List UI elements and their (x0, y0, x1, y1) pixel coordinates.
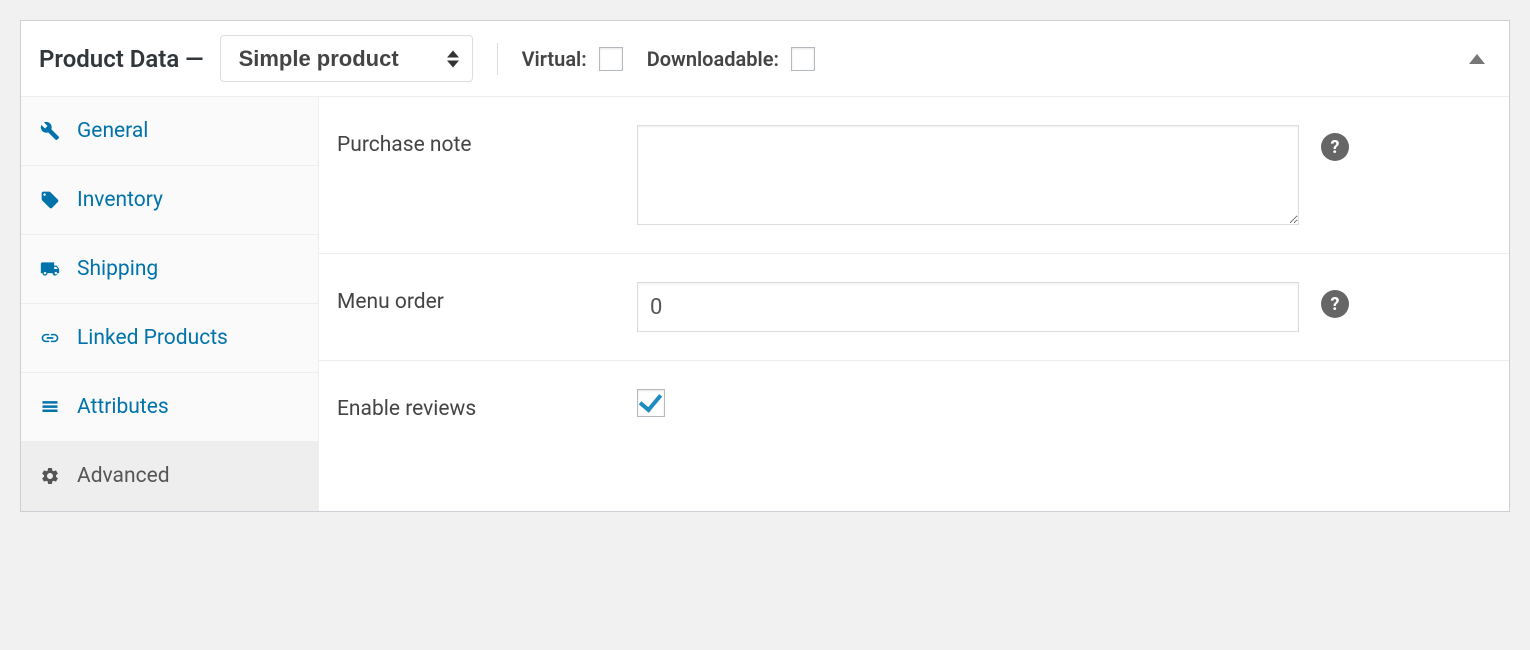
menu-order-label: Menu order (337, 282, 637, 314)
truck-icon (39, 258, 61, 280)
purchase-note-input[interactable] (637, 125, 1299, 225)
list-icon (39, 396, 61, 418)
downloadable-checkbox[interactable] (791, 47, 815, 71)
tab-label: General (77, 119, 148, 143)
virtual-label: Virtual: (522, 47, 587, 71)
enable-reviews-row: Enable reviews (319, 361, 1509, 449)
tab-label: Linked Products (77, 326, 228, 350)
menu-order-input[interactable] (637, 282, 1299, 332)
tag-icon (39, 189, 61, 211)
downloadable-label: Downloadable: (647, 47, 779, 71)
panel-body: General Inventory Shipping Linked Produc… (21, 97, 1509, 511)
tab-attributes[interactable]: Attributes (21, 373, 318, 442)
tab-inventory[interactable]: Inventory (21, 166, 318, 235)
purchase-note-row: Purchase note ? (319, 97, 1509, 254)
downloadable-option: Downloadable: (647, 47, 815, 71)
vertical-divider (497, 43, 498, 75)
gear-icon (39, 465, 61, 487)
link-icon (39, 327, 61, 349)
tab-advanced[interactable]: Advanced (21, 442, 318, 511)
virtual-checkbox[interactable] (599, 47, 623, 71)
tab-label: Attributes (77, 395, 169, 419)
tab-content: Purchase note ? Menu order ? Enable revi… (319, 97, 1509, 511)
enable-reviews-label: Enable reviews (337, 389, 637, 421)
panel-title: Product Data — (39, 45, 204, 73)
tab-label: Inventory (77, 188, 163, 212)
help-icon[interactable]: ? (1321, 133, 1349, 161)
product-data-panel: Product Data — Simple product Virtual: D… (20, 20, 1510, 512)
wrench-icon (39, 120, 61, 142)
collapse-toggle-icon[interactable] (1469, 54, 1485, 64)
panel-header: Product Data — Simple product Virtual: D… (21, 21, 1509, 97)
product-type-select-wrap: Simple product (220, 35, 473, 82)
tab-label: Shipping (77, 257, 158, 281)
tabs-sidebar: General Inventory Shipping Linked Produc… (21, 97, 319, 511)
help-icon[interactable]: ? (1321, 290, 1349, 318)
tab-linked-products[interactable]: Linked Products (21, 304, 318, 373)
tab-shipping[interactable]: Shipping (21, 235, 318, 304)
purchase-note-label: Purchase note (337, 125, 637, 157)
product-type-select[interactable]: Simple product (220, 35, 473, 82)
enable-reviews-checkbox[interactable] (637, 389, 665, 417)
menu-order-row: Menu order ? (319, 254, 1509, 361)
tab-label: Advanced (77, 464, 170, 488)
virtual-option: Virtual: (522, 47, 623, 71)
tab-general[interactable]: General (21, 97, 318, 166)
